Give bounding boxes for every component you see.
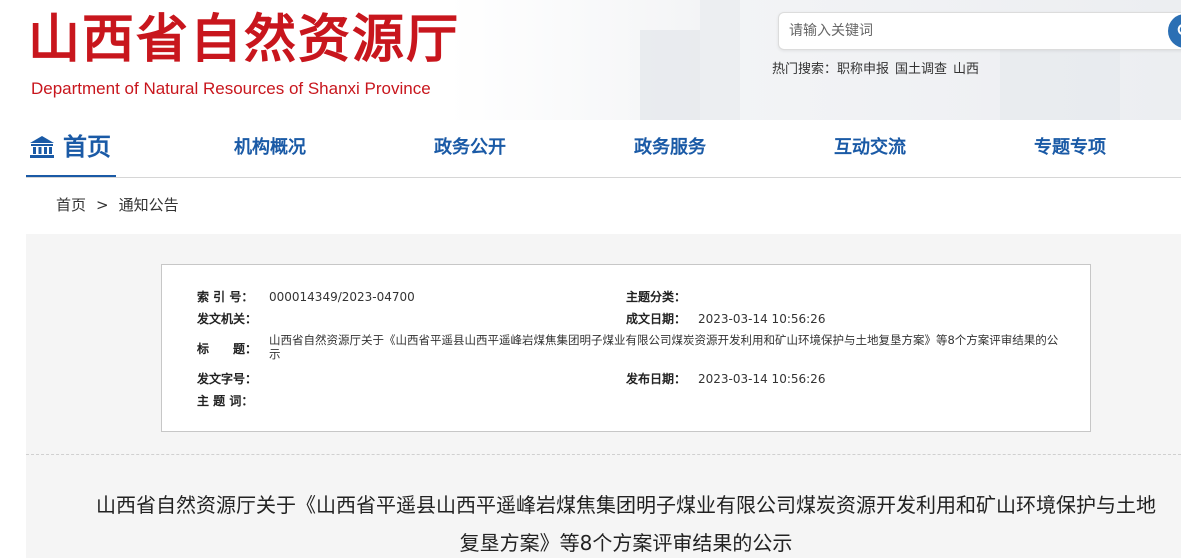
breadcrumb: 首页 > 通知公告: [56, 195, 179, 215]
creation-date-label: 成文日期：: [626, 312, 687, 326]
breadcrumb-home[interactable]: 首页: [56, 196, 86, 214]
search-input[interactable]: [779, 13, 1159, 49]
hot-search-term[interactable]: 职称申报: [837, 62, 889, 77]
article-title: 山西省自然资源厅关于《山西省平遥县山西平遥峰岩煤焦集团明子煤业有限公司煤炭资源开…: [96, 493, 1156, 555]
header-decoration: [1000, 40, 1120, 120]
hot-search-label: 热门搜索：: [772, 62, 838, 77]
nav-item-organization[interactable]: 机构概况: [234, 136, 306, 160]
breadcrumb-separator: >: [96, 196, 109, 214]
publish-date-value: 2023-03-14 10:56:26: [698, 372, 826, 386]
institution-building-icon: [30, 136, 54, 158]
publish-date-label: 发布日期：: [626, 372, 687, 386]
creation-date-value: 2023-03-14 10:56:26: [698, 312, 826, 326]
index-number-label: 索 引 号：: [197, 290, 254, 304]
document-number-label: 发文字号：: [197, 372, 258, 386]
header-decoration: [700, 0, 740, 120]
site-logo-english: Department of Natural Resources of Shanx…: [31, 79, 431, 98]
title-value: 山西省自然资源厅关于《山西省平遥县山西平遥峰岩煤焦集团明子煤业有限公司煤炭资源开…: [269, 333, 1059, 361]
nav-item-special-topics[interactable]: 专题专项: [1034, 136, 1106, 160]
topic-category-label: 主题分类：: [626, 290, 687, 304]
hot-search-term[interactable]: 国土调查: [895, 62, 947, 77]
title-label: 标 题：: [197, 342, 258, 356]
breadcrumb-current[interactable]: 通知公告: [119, 196, 179, 214]
nav-divider: [26, 177, 1181, 178]
nav-item-interaction[interactable]: 互动交流: [834, 136, 906, 160]
main-nav: [0, 120, 1181, 179]
index-number-value: 000014349/2023-04700: [269, 290, 415, 304]
site-logo-chinese[interactable]: 山西省自然资源厅: [28, 8, 460, 72]
content-divider: [26, 454, 1181, 455]
nav-item-government-affairs[interactable]: 政务公开: [434, 136, 506, 160]
keywords-label: 主 题 词：: [197, 394, 254, 408]
nav-home-label: 首页: [63, 133, 111, 161]
nav-item-services[interactable]: 政务服务: [634, 136, 706, 160]
search-icon: [1177, 24, 1181, 35]
nav-item-home[interactable]: 首页: [26, 128, 116, 178]
issuing-authority-label: 发文机关：: [197, 312, 258, 326]
hot-search: 热门搜索：职称申报 国土调查 山西: [772, 61, 985, 79]
search-box: [778, 12, 1181, 50]
header-decoration: [640, 30, 700, 120]
hot-search-term[interactable]: 山西: [953, 62, 979, 77]
